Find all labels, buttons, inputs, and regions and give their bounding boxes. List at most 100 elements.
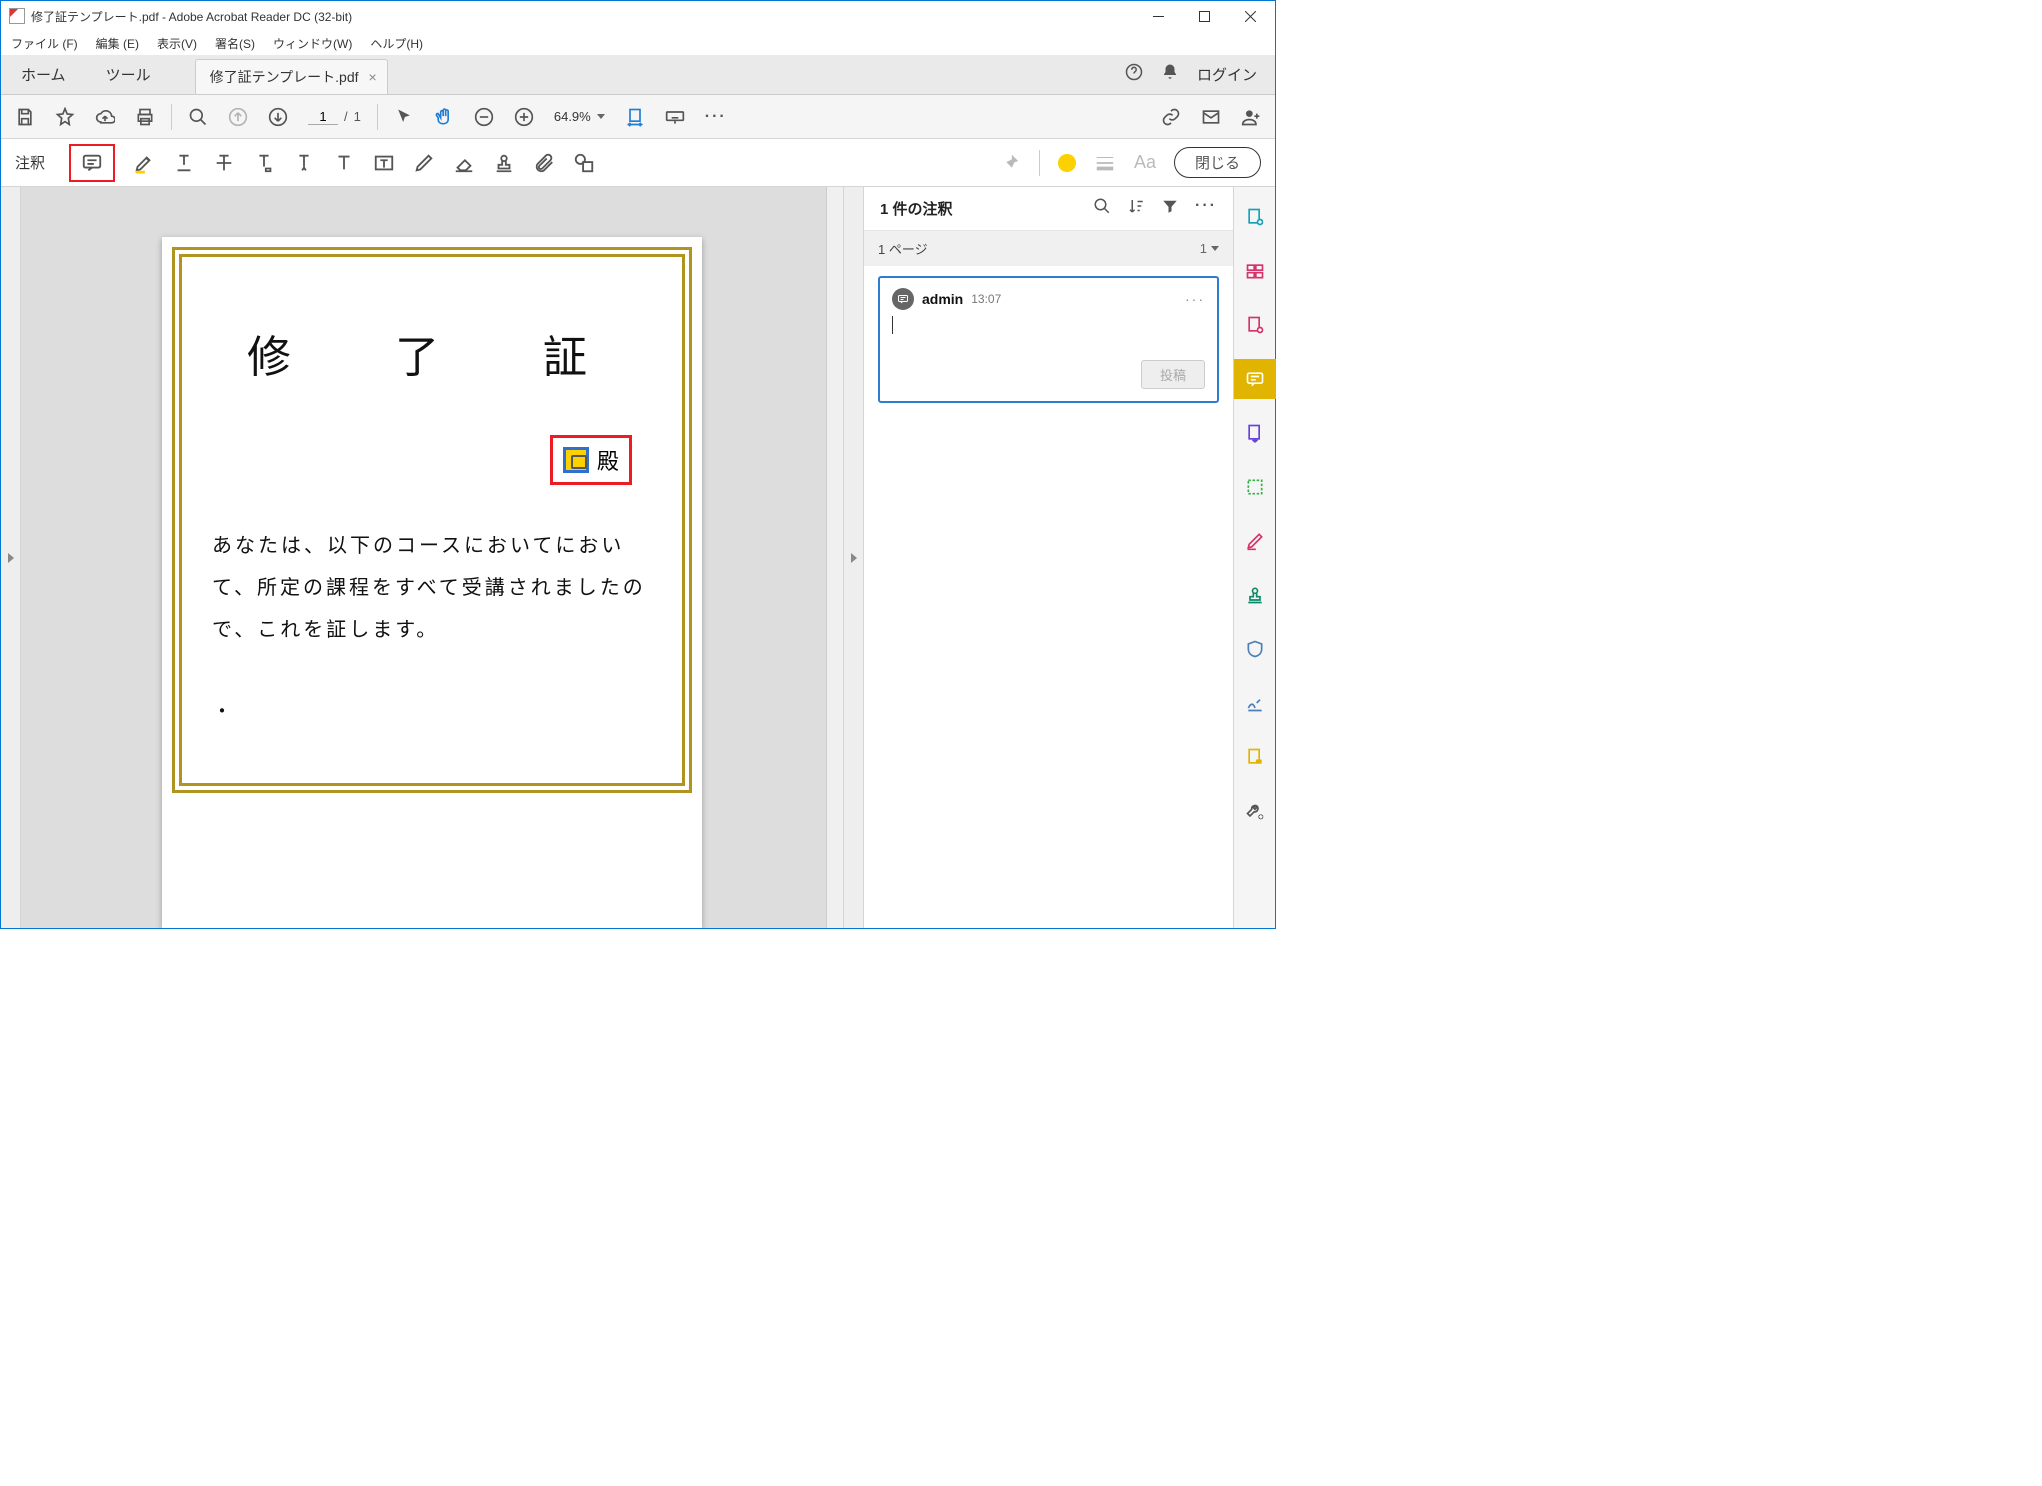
pdf-page: 修 了 証 殿 あなたは、以下のコースにおいてにおいて、所定の課程をすべて受講さ… <box>162 237 702 928</box>
zoom-dropdown[interactable]: 64.9% <box>554 109 605 124</box>
comments-header: 1 件の注釈 <box>880 198 953 219</box>
menu-help[interactable]: ヘルプ(H) <box>366 33 427 54</box>
left-nav-expand[interactable] <box>1 187 21 928</box>
textbox-tool[interactable] <box>373 152 395 174</box>
rail-edit-pdf[interactable] <box>1234 305 1276 345</box>
rail-sign[interactable] <box>1234 683 1276 723</box>
cloud-upload-icon[interactable] <box>95 107 115 127</box>
page-indicator: / 1 <box>308 109 361 125</box>
help-icon[interactable] <box>1125 63 1143 86</box>
comments-panel: 1 件の注釈 ··· 1 ページ 1 admin 13:07 ··· 投稿 <box>863 187 1233 928</box>
sticky-note-tool[interactable] <box>69 144 115 182</box>
menu-view[interactable]: 表示(V) <box>153 33 201 54</box>
page-down-icon[interactable] <box>268 107 288 127</box>
more-icon[interactable]: ··· <box>705 108 727 126</box>
text-tool[interactable] <box>333 152 355 174</box>
comment-author: admin <box>922 291 963 307</box>
pin-icon[interactable] <box>999 152 1021 174</box>
close-annotation-button[interactable]: 閉じる <box>1174 147 1261 178</box>
zoom-in-icon[interactable] <box>514 107 534 127</box>
document-viewport[interactable]: 修 了 証 殿 あなたは、以下のコースにおいてにおいて、所定の課程をすべて受講さ… <box>21 187 843 928</box>
login-button[interactable]: ログイン <box>1197 64 1257 85</box>
scrollbar-thumb[interactable] <box>829 189 841 249</box>
menu-sign[interactable]: 署名(S) <box>211 33 259 54</box>
window-minimize[interactable] <box>1135 1 1181 31</box>
text-style-icon[interactable]: Aa <box>1134 152 1156 173</box>
print-icon[interactable] <box>135 107 155 127</box>
zoom-value: 64.9% <box>554 109 591 124</box>
page-sep: / <box>344 109 348 124</box>
sticky-note-marker[interactable] <box>563 447 589 473</box>
rail-create-pdf[interactable] <box>1234 197 1276 237</box>
save-icon[interactable] <box>15 107 35 127</box>
comments-page-group[interactable]: 1 ページ 1 <box>864 231 1233 266</box>
certificate: 修 了 証 殿 あなたは、以下のコースにおいてにおいて、所定の課程をすべて受講さ… <box>172 247 692 793</box>
person-add-icon[interactable] <box>1241 107 1261 127</box>
comment-input[interactable] <box>892 310 1205 360</box>
page-total: 1 <box>354 109 361 124</box>
tab-document-label: 修了証テンプレート.pdf <box>210 67 359 87</box>
rail-comment[interactable] <box>1234 359 1276 399</box>
link-share-icon[interactable] <box>1161 107 1181 127</box>
window-titlebar: 修了証テンプレート.pdf - Adobe Acrobat Reader DC … <box>1 1 1275 31</box>
comment-more-icon[interactable]: ··· <box>1195 197 1217 220</box>
underline-tool[interactable] <box>173 152 195 174</box>
menu-file[interactable]: ファイル (F) <box>7 33 82 54</box>
honorific-text: 殿 <box>597 449 619 474</box>
pencil-tool[interactable] <box>413 152 435 174</box>
window-maximize[interactable] <box>1181 1 1227 31</box>
comment-time: 13:07 <box>971 292 1001 306</box>
zoom-out-icon[interactable] <box>474 107 494 127</box>
rail-stamp[interactable] <box>1234 575 1276 615</box>
comments-page-label: 1 ページ <box>878 239 928 258</box>
rail-combine[interactable] <box>1234 251 1276 291</box>
tab-close-icon[interactable]: × <box>369 69 377 85</box>
tab-tools[interactable]: ツール <box>86 55 171 94</box>
fit-width-icon[interactable] <box>625 107 645 127</box>
comment-post-button[interactable]: 投稿 <box>1141 360 1205 389</box>
bullet: ・ <box>212 691 652 733</box>
line-weight-icon[interactable] <box>1094 152 1116 174</box>
rail-protect[interactable] <box>1234 629 1276 669</box>
highlight-tool[interactable] <box>133 152 155 174</box>
text-comment-tool[interactable] <box>253 152 275 174</box>
stamp-tool[interactable] <box>493 152 515 174</box>
mail-icon[interactable] <box>1201 107 1221 127</box>
comments-page-count: 1 <box>1200 241 1207 256</box>
bell-icon[interactable] <box>1161 63 1179 86</box>
right-nav-expand[interactable] <box>843 187 863 928</box>
comment-filter-icon[interactable] <box>1161 197 1179 220</box>
rail-send[interactable] <box>1234 737 1276 777</box>
pointer-icon[interactable] <box>394 107 414 127</box>
color-picker[interactable] <box>1058 154 1076 172</box>
comment-card[interactable]: admin 13:07 ··· 投稿 <box>878 276 1219 403</box>
rail-fill-sign[interactable] <box>1234 521 1276 561</box>
shapes-tool[interactable] <box>573 152 595 174</box>
tab-home[interactable]: ホーム <box>1 55 86 94</box>
attach-tool[interactable] <box>533 152 555 174</box>
comment-sort-icon[interactable] <box>1127 197 1145 220</box>
page-up-icon[interactable] <box>228 107 248 127</box>
keyboard-icon[interactable] <box>665 107 685 127</box>
rail-more-tools[interactable] <box>1234 791 1276 831</box>
content-area: 修 了 証 殿 あなたは、以下のコースにおいてにおいて、所定の課程をすべて受講さ… <box>1 187 1275 928</box>
main-toolbar: / 1 64.9% ··· <box>1 95 1275 139</box>
star-icon[interactable] <box>55 107 75 127</box>
rail-export[interactable] <box>1234 413 1276 453</box>
rail-organize[interactable] <box>1234 467 1276 507</box>
menu-window[interactable]: ウィンドウ(W) <box>269 33 356 54</box>
search-icon[interactable] <box>188 107 208 127</box>
right-tool-rail <box>1233 187 1275 928</box>
comment-item-more-icon[interactable]: ··· <box>1185 291 1205 307</box>
eraser-tool[interactable] <box>453 152 475 174</box>
text-insert-tool[interactable] <box>293 152 315 174</box>
window-close[interactable] <box>1227 1 1273 31</box>
annotation-toolbar: 注釈 Aa 閉じる <box>1 139 1275 187</box>
page-current-input[interactable] <box>308 109 338 125</box>
hand-icon[interactable] <box>434 107 454 127</box>
comment-search-icon[interactable] <box>1093 197 1111 220</box>
tab-document[interactable]: 修了証テンプレート.pdf × <box>195 59 388 94</box>
certificate-title: 修 了 証 <box>212 321 652 385</box>
strikethrough-tool[interactable] <box>213 152 235 174</box>
menu-edit[interactable]: 編集 (E) <box>92 33 143 54</box>
